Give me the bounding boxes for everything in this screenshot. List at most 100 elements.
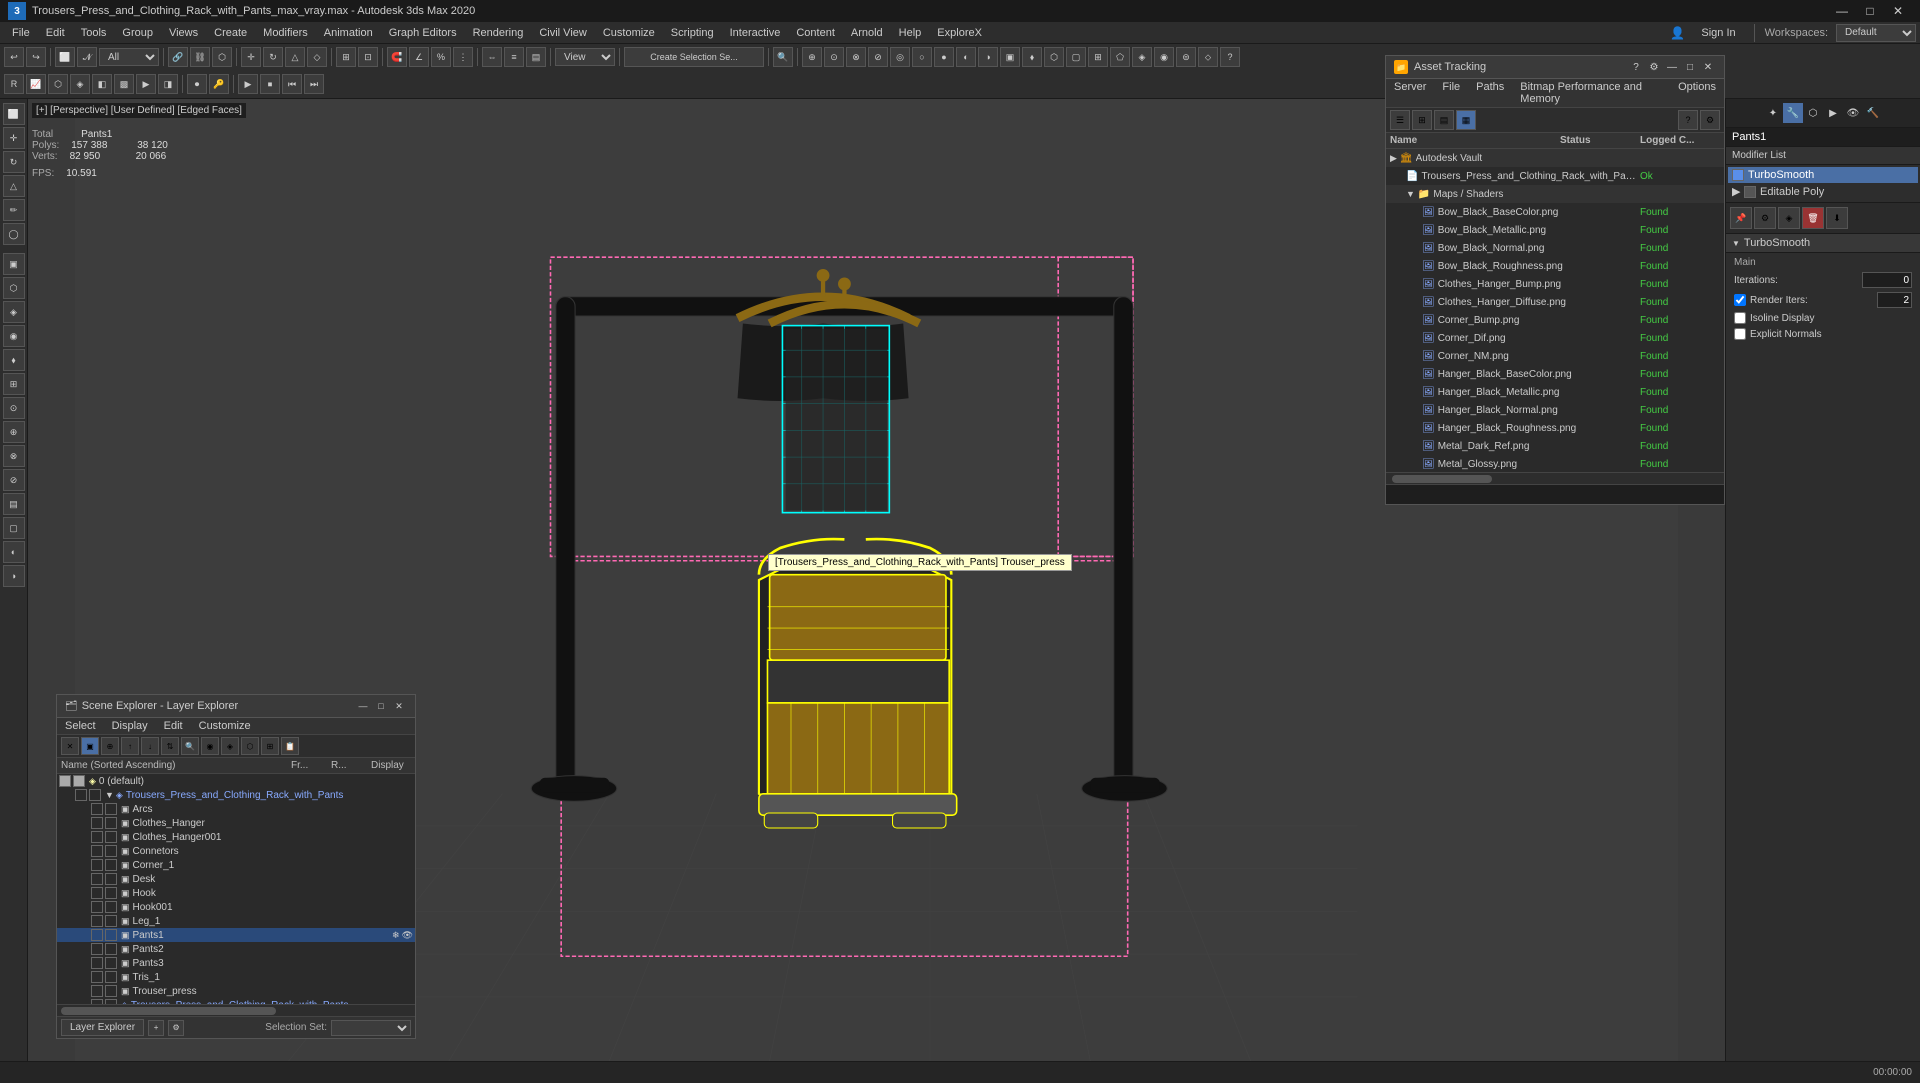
percent-snap-button[interactable]: % (431, 47, 451, 67)
se-menu-customize[interactable]: Customize (191, 718, 259, 734)
se-row-connetors[interactable]: ▣ Connetors (57, 844, 415, 858)
se-selection-set-dropdown[interactable] (331, 1020, 411, 1036)
at-row-bow-normal[interactable]: 🖼 Bow_Black_Normal.png Found (1386, 239, 1724, 257)
se-eye2-tris1[interactable] (105, 971, 117, 983)
se-eye-pants2[interactable] (91, 943, 103, 955)
at-minimize-btn[interactable]: — (1664, 59, 1680, 75)
menu-arnold[interactable]: Arnold (843, 25, 891, 41)
lt-b5[interactable]: ⬧ (3, 349, 25, 371)
at-row-hanger-basecolor[interactable]: 🖼 Hanger_Black_BaseColor.png Found (1386, 365, 1724, 383)
cp-hierarchy-icon[interactable]: ⬡ (1803, 103, 1823, 123)
se-tb-2[interactable]: ▣ (81, 737, 99, 755)
se-eye2-pants2[interactable] (105, 943, 117, 955)
tool-18[interactable]: ⊜ (1176, 47, 1196, 67)
at-row-bow-metallic[interactable]: 🖼 Bow_Black_Metallic.png Found (1386, 221, 1724, 239)
render-frame-window[interactable]: ▩ (114, 74, 134, 94)
tool-20[interactable]: ? (1220, 47, 1240, 67)
menu-file[interactable]: File (4, 25, 38, 41)
se-eye2-hook001[interactable] (105, 901, 117, 913)
cp-modify-icon[interactable]: 🔧 (1783, 103, 1803, 123)
tool-2[interactable]: ⊙ (824, 47, 844, 67)
se-tb-6[interactable]: ⇅ (161, 737, 179, 755)
se-eye-tris1[interactable] (91, 971, 103, 983)
at-row-corner-bump[interactable]: 🖼 Corner_Bump.png Found (1386, 311, 1724, 329)
se-eye2-pants3[interactable] (105, 957, 117, 969)
cp-display-icon[interactable]: 👁 (1843, 103, 1863, 123)
se-eye-tp[interactable] (91, 985, 103, 997)
lt-select[interactable]: ⬜ (3, 103, 25, 125)
se-tb-12[interactable]: 📋 (281, 737, 299, 755)
play-button[interactable]: ▶ (238, 74, 258, 94)
se-eye2-pants1[interactable] (105, 929, 117, 941)
se-eye2-desk[interactable] (105, 873, 117, 885)
at-menu-options[interactable]: Options (1670, 79, 1724, 107)
ts-render-iters-check[interactable] (1734, 294, 1746, 306)
se-eye2-corner1[interactable] (105, 859, 117, 871)
lt-shapes[interactable]: ◯ (3, 223, 25, 245)
se-eye2-con[interactable] (105, 845, 117, 857)
se-row-pants2[interactable]: ▣ Pants2 (57, 942, 415, 956)
active-shade[interactable]: ◨ (158, 74, 178, 94)
se-row-default[interactable]: ◈ 0 (default) (57, 774, 415, 788)
se-menu-select[interactable]: Select (57, 718, 104, 734)
at-tb-list[interactable]: ☰ (1390, 110, 1410, 130)
undo-button[interactable]: ↩ (4, 47, 24, 67)
at-scrollbar-h[interactable] (1386, 472, 1724, 484)
render-button[interactable]: ▶ (136, 74, 156, 94)
cp-utilities-icon[interactable]: 🔨 (1863, 103, 1883, 123)
menu-content[interactable]: Content (788, 25, 843, 41)
align-button[interactable]: ≡ (504, 47, 524, 67)
search-button[interactable]: 🔍 (773, 47, 793, 67)
tool-16[interactable]: ◈ (1132, 47, 1152, 67)
tool-12[interactable]: ⬡ (1044, 47, 1064, 67)
collapse-button[interactable]: ⬇ (1826, 207, 1848, 229)
select-and-rotate-button[interactable]: ↻ (263, 47, 283, 67)
se-eye2-tp[interactable] (105, 985, 117, 997)
se-eye2-troup[interactable] (89, 789, 101, 801)
at-tb-help[interactable]: ? (1678, 110, 1698, 130)
se-eye2-leg1[interactable] (105, 915, 117, 927)
tool-14[interactable]: ⊞ (1088, 47, 1108, 67)
se-eye2-default[interactable] (73, 775, 85, 787)
lt-b2[interactable]: ⬡ (3, 277, 25, 299)
maximize-button[interactable]: □ (1856, 0, 1884, 22)
snaps-toggle-button[interactable]: 🧲 (387, 47, 407, 67)
se-footer-btn1[interactable]: + (148, 1020, 164, 1036)
menu-tools[interactable]: Tools (73, 25, 115, 41)
configure-modifier-sets[interactable]: ⚙ (1754, 207, 1776, 229)
reactor-button[interactable]: R (4, 74, 24, 94)
se-row-tris1[interactable]: ▣ Tris_1 (57, 970, 415, 984)
tool-5[interactable]: ◎ (890, 47, 910, 67)
menu-group[interactable]: Group (114, 25, 161, 41)
se-scrollbar-thumb[interactable] (61, 1007, 276, 1015)
lt-b6[interactable]: ⊞ (3, 373, 25, 395)
modifier-editable-poly[interactable]: ▶ Editable Poly (1728, 183, 1918, 200)
tool-3[interactable]: ⊗ (846, 47, 866, 67)
next-frame-button[interactable]: ⏭ (304, 74, 324, 94)
lt-b4[interactable]: ◉ (3, 325, 25, 347)
se-row-trouser-press[interactable]: ▣ Trouser_press (57, 984, 415, 998)
se-menu-display[interactable]: Display (104, 718, 156, 734)
at-row-hanger-metallic[interactable]: 🖼 Hanger_Black_Metallic.png Found (1386, 383, 1724, 401)
open-mini-curve-editor[interactable]: 📈 (26, 74, 46, 94)
lt-b14[interactable]: ◑ (3, 565, 25, 587)
set-key-button[interactable]: 🔑 (209, 74, 229, 94)
at-restore-btn[interactable]: □ (1682, 59, 1698, 75)
auto-key-button[interactable]: ⏺ (187, 74, 207, 94)
menu-civil-view[interactable]: Civil View (531, 25, 594, 41)
cp-motion-icon[interactable]: ▶ (1823, 103, 1843, 123)
at-row-metal-dark[interactable]: 🖼 Metal_Dark_Ref.png Found (1386, 437, 1724, 455)
se-eye2-hook[interactable] (105, 887, 117, 899)
mirror-button[interactable]: ⇔ (482, 47, 502, 67)
se-tb-1[interactable]: ✕ (61, 737, 79, 755)
redo-button[interactable]: ↪ (26, 47, 46, 67)
se-footer-btn2[interactable]: ⚙ (168, 1020, 184, 1036)
lt-b9[interactable]: ⊗ (3, 445, 25, 467)
se-row-corner1[interactable]: ▣ Corner_1 (57, 858, 415, 872)
tool-10[interactable]: ▣ (1000, 47, 1020, 67)
se-row-leg1[interactable]: ▣ Leg_1 (57, 914, 415, 928)
menu-help[interactable]: Help (891, 25, 930, 41)
se-eye-leg1[interactable] (91, 915, 103, 927)
se-eye-troup[interactable] (75, 789, 87, 801)
tool-6[interactable]: ○ (912, 47, 932, 67)
